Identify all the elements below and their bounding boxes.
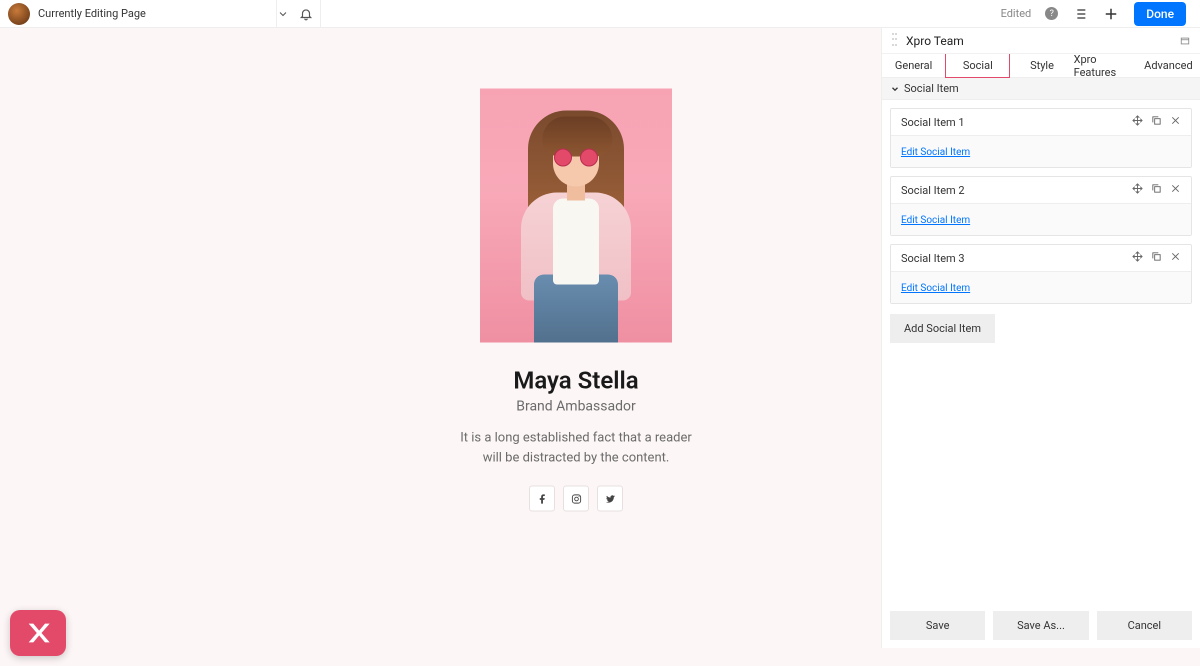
list-button[interactable] xyxy=(1072,6,1088,22)
drag-handle-icon[interactable] xyxy=(892,33,898,49)
remove-button[interactable] xyxy=(1170,115,1181,129)
save-as-button[interactable]: Save As... xyxy=(993,611,1088,640)
copy-icon xyxy=(1151,251,1162,262)
facebook-icon xyxy=(537,493,548,504)
duplicate-button[interactable] xyxy=(1151,115,1162,129)
item-header[interactable]: Social Item 3 xyxy=(891,245,1191,271)
team-role: Brand Ambassador xyxy=(446,399,706,415)
social-item-1: Social Item 1 Edit Social Item xyxy=(890,108,1192,168)
tab-general[interactable]: General xyxy=(882,54,945,78)
social-item-3: Social Item 3 Edit Social Item xyxy=(890,244,1192,304)
page-title: Currently Editing Page xyxy=(38,7,146,20)
edited-status: Edited xyxy=(1001,7,1032,20)
page-dropdown-button[interactable] xyxy=(275,6,291,22)
plus-icon xyxy=(1102,5,1120,23)
panel-header: Xpro Team xyxy=(882,28,1200,54)
duplicate-button[interactable] xyxy=(1151,183,1162,197)
tab-social[interactable]: Social xyxy=(945,54,1010,78)
maximize-button[interactable] xyxy=(1180,31,1190,50)
copy-icon xyxy=(1151,115,1162,126)
twitter-icon xyxy=(605,493,616,504)
team-card[interactable]: Maya Stella Brand Ambassador It is a lon… xyxy=(446,89,706,512)
item-label: Social Item 2 xyxy=(901,184,1132,197)
move-button[interactable] xyxy=(1132,183,1143,197)
move-icon xyxy=(1132,115,1143,126)
tab-advanced[interactable]: Advanced xyxy=(1137,54,1200,78)
list-icon xyxy=(1072,6,1088,22)
window-icon xyxy=(1180,36,1190,46)
add-social-item-button[interactable]: Add Social Item xyxy=(890,314,995,343)
close-icon xyxy=(1170,183,1181,194)
item-label: Social Item 1 xyxy=(901,116,1132,129)
topbar-right: Edited ? Done xyxy=(1001,2,1192,26)
bell-icon xyxy=(299,7,313,21)
section-title: Social Item xyxy=(904,82,959,95)
chevron-down-icon xyxy=(277,8,289,20)
add-button[interactable] xyxy=(1102,5,1120,23)
item-header[interactable]: Social Item 2 xyxy=(891,177,1191,203)
panel-body: Social Item 1 Edit Social Item Social It… xyxy=(882,100,1200,351)
move-button[interactable] xyxy=(1132,115,1143,129)
settings-panel: Xpro Team General Social Style Xpro Feat… xyxy=(882,28,1200,648)
panel-title: Xpro Team xyxy=(906,34,1180,48)
team-description: It is a long established fact that a rea… xyxy=(446,429,706,468)
close-icon xyxy=(1170,115,1181,126)
edit-link[interactable]: Edit Social Item xyxy=(901,147,970,158)
team-name: Maya Stella xyxy=(446,367,706,395)
instagram-button[interactable] xyxy=(563,486,589,512)
facebook-button[interactable] xyxy=(529,486,555,512)
remove-button[interactable] xyxy=(1170,183,1181,197)
social-item-2: Social Item 2 Edit Social Item xyxy=(890,176,1192,236)
section-header[interactable]: Social Item xyxy=(882,78,1200,100)
top-bar: Currently Editing Page Edited ? Done xyxy=(0,0,1200,28)
done-button[interactable]: Done xyxy=(1134,2,1186,26)
close-icon xyxy=(1170,251,1181,262)
move-button[interactable] xyxy=(1132,251,1143,265)
team-photo xyxy=(480,89,672,343)
app-logo xyxy=(8,3,30,25)
edit-link[interactable]: Edit Social Item xyxy=(901,283,970,294)
social-icons xyxy=(446,486,706,512)
cancel-button[interactable]: Cancel xyxy=(1097,611,1192,640)
chevron-down-icon xyxy=(890,84,900,94)
move-icon xyxy=(1132,183,1143,194)
tab-style[interactable]: Style xyxy=(1010,54,1073,78)
edit-link[interactable]: Edit Social Item xyxy=(901,215,970,226)
save-button[interactable]: Save xyxy=(890,611,985,640)
item-label: Social Item 3 xyxy=(901,252,1132,265)
notifications-button[interactable] xyxy=(293,0,321,28)
panel-tabs: General Social Style Xpro Features Advan… xyxy=(882,54,1200,78)
remove-button[interactable] xyxy=(1170,251,1181,265)
builder-fab[interactable] xyxy=(10,610,66,656)
x-logo-icon xyxy=(24,619,52,647)
topbar-left: Currently Editing Page xyxy=(8,3,146,25)
panel-footer: Save Save As... Cancel xyxy=(882,603,1200,648)
duplicate-button[interactable] xyxy=(1151,251,1162,265)
tab-xpro-features[interactable]: Xpro Features xyxy=(1074,54,1137,78)
copy-icon xyxy=(1151,183,1162,194)
move-icon xyxy=(1132,251,1143,262)
twitter-button[interactable] xyxy=(597,486,623,512)
instagram-icon xyxy=(571,493,582,504)
help-icon[interactable]: ? xyxy=(1045,7,1058,20)
item-header[interactable]: Social Item 1 xyxy=(891,109,1191,135)
